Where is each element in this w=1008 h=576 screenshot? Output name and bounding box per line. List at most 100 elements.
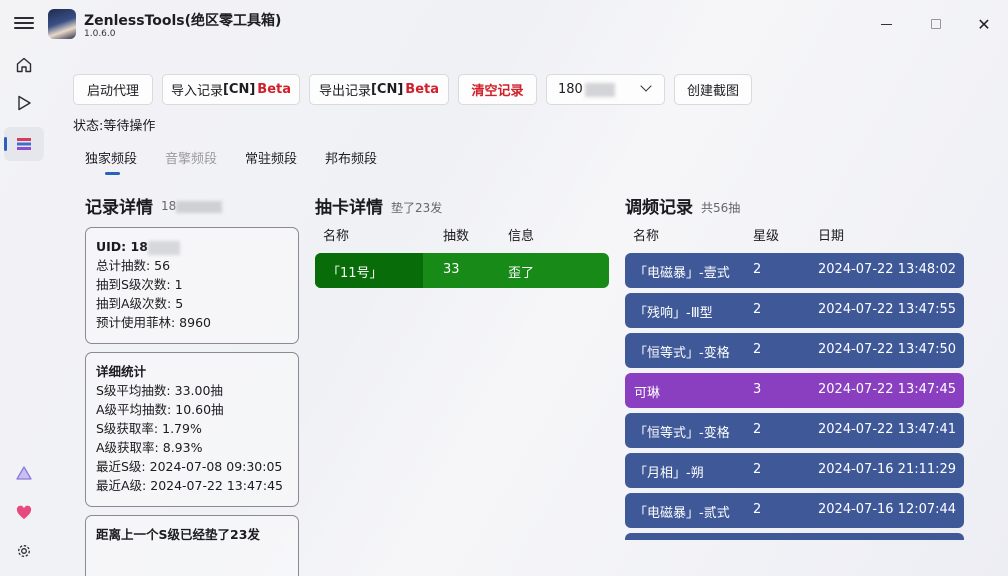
tab-w-engine[interactable]: 音擎频段 — [165, 148, 217, 167]
summary-total-pulls: 总计抽数: 56 — [96, 258, 171, 273]
history-row-star: 3 — [753, 382, 762, 397]
nav-item-play[interactable] — [4, 86, 44, 120]
minimize-button[interactable] — [872, 10, 900, 38]
history-row-star: 2 — [753, 302, 762, 317]
gacha-row[interactable]: 「11号」 33 歪了 — [315, 253, 609, 288]
record-uid-prefix: 18 — [161, 199, 177, 213]
app-version: 1.0.6.0 — [84, 29, 116, 39]
history-row-name: 可琳 — [634, 386, 661, 401]
import-records-button[interactable]: 导入记录 [CN] Beta — [162, 74, 300, 105]
history-row-star: 2 — [753, 502, 762, 517]
stats-s-rate: S级获取率: 1.79% — [96, 421, 202, 436]
heart-icon — [16, 505, 32, 519]
summary-a-count: 抽到A级次数: 5 — [96, 296, 184, 311]
history-row[interactable]: 「电磁暴」-贰式 2 2024-07-16 12:07:44 — [625, 493, 964, 528]
menu-icon[interactable] — [14, 14, 34, 34]
summary-card: UID: 18 总计抽数: 56 抽到S级次数: 1 抽到A级次数: 5 预计使… — [85, 227, 299, 344]
export-label: 导出记录 — [318, 84, 371, 99]
gacha-header-count: 抽数 — [443, 229, 470, 244]
history-row-star: 2 — [753, 462, 762, 477]
close-button[interactable]: ✕ — [970, 10, 998, 38]
app-logo — [48, 9, 76, 39]
nav-item-home[interactable] — [4, 48, 44, 82]
history-row[interactable]: 「电磁暴」-壹式 2 2024-07-22 13:48:02 — [625, 253, 964, 288]
triangle-icon — [16, 466, 32, 480]
history-row-date: 2024-07-22 13:47:45 — [818, 382, 957, 397]
gacha-details-title: 抽卡详情 — [315, 198, 383, 218]
app-window: ZenlessTools(绝区零工具箱) 1.0.6.0 ✕ 启动代理 导入记录… — [0, 0, 1008, 576]
history-row-date: 2024-07-16 12:07:44 — [818, 502, 957, 517]
history-row[interactable]: 可琳 3 2024-07-22 13:47:45 — [625, 373, 964, 408]
app-title: ZenlessTools(绝区零工具箱) — [84, 13, 282, 29]
history-row-date: 2024-07-22 13:48:02 — [818, 262, 957, 277]
start-proxy-button[interactable]: 启动代理 — [73, 74, 153, 105]
gacha-details-subtitle: 垫了23发 — [391, 201, 443, 215]
stats-last-a: 最近A级: 2024-07-22 13:47:45 — [96, 478, 283, 493]
summary-uid: UID: 18 — [96, 237, 288, 256]
stats-a-avg: A级平均抽数: 10.60抽 — [96, 402, 224, 417]
pull-history-title: 调频记录 — [625, 198, 693, 218]
uid-select-value: 180 — [558, 82, 583, 97]
create-screenshot-button[interactable]: 创建截图 — [674, 74, 752, 105]
main-content: 启动代理 导入记录 [CN] Beta 导出记录 [CN] Beta 清空记录 180 … — [48, 48, 1008, 576]
stats-last-s: 最近S级: 2024-07-08 09:30:05 — [96, 459, 283, 474]
history-row-star: 2 — [753, 342, 762, 357]
nav-item-signal-search[interactable] — [4, 127, 44, 161]
history-row-date: 2024-07-16 21:11:29 — [818, 462, 957, 477]
clear-label: 清空记录 — [471, 84, 524, 99]
gacha-header-name: 名称 — [323, 229, 350, 244]
uid-redacted — [584, 82, 615, 97]
history-row[interactable]: 「残响」-Ⅲ型 2 2024-07-22 13:47:55 — [625, 293, 964, 328]
history-row-date: 2024-07-22 13:47:41 — [818, 422, 957, 437]
tab-active-indicator — [105, 172, 120, 175]
clear-records-button[interactable]: 清空记录 — [458, 74, 537, 105]
summary-uid-label: UID: 18 — [96, 239, 148, 254]
history-header-name: 名称 — [633, 229, 660, 244]
nav-rail — [0, 48, 48, 576]
summary-s-count: 抽到S级次数: 1 — [96, 277, 183, 292]
history-row[interactable]: 「月相」-朔 2 2024-07-16 21:11:29 — [625, 453, 964, 488]
history-row-name: 「月相」-朔 — [634, 466, 704, 481]
uid-redacted — [147, 240, 180, 255]
stats-s-avg: S级平均抽数: 33.00抽 — [96, 383, 223, 398]
history-row-name: 「电磁暴」-贰式 — [634, 506, 730, 521]
title-bar: ZenlessTools(绝区零工具箱) 1.0.6.0 ✕ — [0, 0, 1008, 48]
uid-select[interactable]: 180 — [546, 74, 665, 105]
maximize-icon — [931, 19, 941, 29]
home-icon — [16, 57, 32, 73]
nav-item-triangle[interactable] — [4, 456, 44, 490]
history-row[interactable]: 「恒等式」-变格 2 2024-07-22 13:47:50 — [625, 333, 964, 368]
chevron-down-icon — [640, 80, 652, 92]
history-row[interactable] — [625, 533, 964, 540]
record-details-uid: 18 — [161, 199, 223, 213]
nav-item-heart[interactable] — [4, 495, 44, 529]
tab-standard[interactable]: 常驻频段 — [245, 148, 297, 167]
nav-item-settings[interactable] — [4, 534, 44, 568]
export-records-button[interactable]: 导出记录 [CN] Beta — [309, 74, 449, 105]
pull-history-list[interactable]: 「电磁暴」-壹式 2 2024-07-22 13:48:02 「残响」-Ⅲ型 2 2024… — [625, 253, 964, 540]
close-icon: ✕ — [977, 14, 991, 34]
pity-card: 距离上一个S级已经垫了23发 — [85, 515, 299, 576]
stats-card: 详细统计 S级平均抽数: 33.00抽 A级平均抽数: 10.60抽 S级获取率… — [85, 352, 299, 507]
pull-history-subtitle: 共56抽 — [701, 201, 741, 215]
uid-redacted — [176, 200, 223, 213]
start-proxy-label: 启动代理 — [86, 84, 139, 99]
screenshot-label: 创建截图 — [686, 84, 739, 99]
gacha-row-name: 「11号」 — [327, 266, 383, 281]
tab-bangboo[interactable]: 邦布频段 — [325, 148, 377, 167]
import-tag: [CN] — [222, 82, 256, 97]
maximize-button[interactable] — [922, 10, 950, 38]
history-row-name: 「残响」-Ⅲ型 — [634, 306, 713, 321]
tab-exclusive[interactable]: 独家频段 — [85, 148, 137, 167]
stats-heading: 详细统计 — [96, 364, 147, 379]
history-row[interactable]: 「恒等式」-变格 2 2024-07-22 13:47:41 — [625, 413, 964, 448]
history-row-name: 「电磁暴」-壹式 — [634, 266, 730, 281]
gacha-row-count: 33 — [443, 262, 460, 277]
export-tag: [CN] — [370, 82, 404, 97]
import-label: 导入记录 — [170, 84, 223, 99]
gear-icon — [18, 545, 30, 557]
import-beta-badge: Beta — [257, 82, 292, 97]
history-row-date: 2024-07-22 13:47:55 — [818, 302, 957, 317]
history-row-star: 2 — [753, 262, 762, 277]
status-text: 状态:等待操作 — [73, 119, 156, 134]
